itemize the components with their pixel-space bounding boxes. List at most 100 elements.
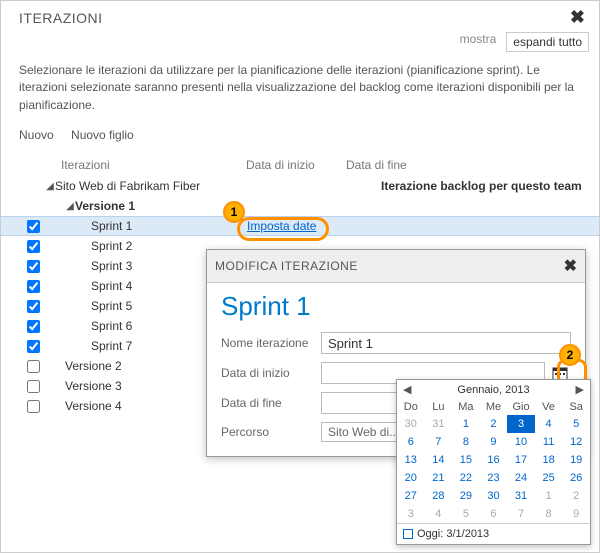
- calendar-today-label: Oggi: 3/1/2013: [417, 528, 489, 540]
- expand-all-link[interactable]: espandi tutto: [506, 32, 589, 52]
- sprint-label: Sprint 4: [91, 279, 132, 293]
- calendar-grid: DoLuMaMeGioVeSa 303112345678910111213141…: [397, 399, 590, 523]
- version-checkbox[interactable]: [27, 400, 40, 413]
- calendar-day[interactable]: 1: [535, 487, 563, 505]
- calendar-month-label[interactable]: Gennaio, 2013: [457, 384, 529, 396]
- sprint-checkbox[interactable]: [27, 220, 40, 233]
- calendar-day[interactable]: 24: [507, 469, 535, 487]
- sprint-label: Sprint 6: [91, 319, 132, 333]
- calendar-day[interactable]: 7: [425, 433, 453, 451]
- iterations-panel: ITERAZIONI ✖ mostra espandi tutto Selezi…: [0, 0, 600, 553]
- date-picker: ◀ Gennaio, 2013 ▶ DoLuMaMeGioVeSa 303112…: [396, 379, 591, 545]
- calendar-day[interactable]: 5: [562, 415, 590, 433]
- calendar-day[interactable]: 21: [425, 469, 453, 487]
- collapse-icon[interactable]: ◢: [45, 181, 55, 192]
- calendar-day[interactable]: 3: [507, 415, 535, 433]
- top-links: mostra espandi tutto: [1, 28, 599, 60]
- calendar-day[interactable]: 11: [535, 433, 563, 451]
- grid-header: Iterazioni Data di inizio Data di fine: [1, 156, 599, 176]
- path-value: Sito Web di...: [328, 425, 399, 439]
- calendar-day[interactable]: 10: [507, 433, 535, 451]
- annotation-badge-1: 1: [223, 201, 245, 223]
- sprint-checkbox[interactable]: [27, 340, 40, 353]
- new-child-command[interactable]: Nuovo figlio: [71, 128, 134, 142]
- calendar-day[interactable]: 1: [452, 415, 480, 433]
- tree-root-row[interactable]: ◢ Sito Web di Fabrikam Fiber Iterazione …: [1, 176, 599, 196]
- calendar-day[interactable]: 22: [452, 469, 480, 487]
- sprint-checkbox[interactable]: [27, 260, 40, 273]
- calendar-day[interactable]: 9: [562, 505, 590, 523]
- close-icon[interactable]: ✖: [564, 256, 577, 276]
- version-1-label: Versione 1: [75, 199, 135, 213]
- new-command[interactable]: Nuovo: [19, 128, 54, 142]
- calendar-day[interactable]: 2: [562, 487, 590, 505]
- calendar-day[interactable]: 30: [397, 415, 425, 433]
- annotation-ring-1: [237, 217, 329, 241]
- sprint-label: Sprint 2: [91, 239, 132, 253]
- calendar-day[interactable]: 8: [452, 433, 480, 451]
- calendar-dow: Lu: [425, 399, 453, 415]
- calendar-day[interactable]: 5: [452, 505, 480, 523]
- calendar-dow: Ve: [535, 399, 563, 415]
- close-icon[interactable]: ✖: [564, 7, 591, 28]
- col-start: Data di inizio: [246, 158, 346, 172]
- calendar-day[interactable]: 17: [507, 451, 535, 469]
- calendar-day[interactable]: 29: [452, 487, 480, 505]
- panel-title: ITERAZIONI: [19, 10, 103, 26]
- calendar-day[interactable]: 3: [397, 505, 425, 523]
- today-marker-icon: [403, 529, 413, 539]
- show-link[interactable]: mostra: [460, 32, 497, 52]
- calendar-day[interactable]: 9: [480, 433, 508, 451]
- calendar-day[interactable]: 2: [480, 415, 508, 433]
- calendar-day[interactable]: 14: [425, 451, 453, 469]
- calendar-day[interactable]: 28: [425, 487, 453, 505]
- version-label: Versione 4: [65, 399, 122, 413]
- sprint-label: Sprint 7: [91, 339, 132, 353]
- version-checkbox[interactable]: [27, 380, 40, 393]
- calendar-day[interactable]: 20: [397, 469, 425, 487]
- calendar-day[interactable]: 25: [535, 469, 563, 487]
- iteration-name-input[interactable]: [321, 332, 571, 354]
- calendar-day[interactable]: 4: [425, 505, 453, 523]
- calendar-today-row[interactable]: Oggi: 3/1/2013: [397, 523, 590, 544]
- sprint-checkbox[interactable]: [27, 320, 40, 333]
- collapse-icon[interactable]: ◢: [65, 201, 75, 212]
- calendar-day[interactable]: 31: [425, 415, 453, 433]
- calendar-day[interactable]: 12: [562, 433, 590, 451]
- start-date-label: Data di inizio: [221, 366, 321, 380]
- calendar-day[interactable]: 15: [452, 451, 480, 469]
- calendar-day[interactable]: 8: [535, 505, 563, 523]
- calendar-day[interactable]: 26: [562, 469, 590, 487]
- calendar-day[interactable]: 18: [535, 451, 563, 469]
- calendar-day[interactable]: 6: [480, 505, 508, 523]
- sprint-checkbox[interactable]: [27, 240, 40, 253]
- calendar-dow: Do: [397, 399, 425, 415]
- command-row: Nuovo Nuovo figlio: [1, 124, 599, 156]
- prev-month-icon[interactable]: ◀: [403, 383, 411, 396]
- sprint-checkbox[interactable]: [27, 280, 40, 293]
- version-checkbox[interactable]: [27, 360, 40, 373]
- calendar-day[interactable]: 16: [480, 451, 508, 469]
- dialog-heading: Sprint 1: [207, 283, 585, 328]
- sprint-checkbox[interactable]: [27, 300, 40, 313]
- calendar-day[interactable]: 13: [397, 451, 425, 469]
- version-1-row[interactable]: ◢ Versione 1: [1, 196, 599, 216]
- calendar-day[interactable]: 30: [480, 487, 508, 505]
- annotation-badge-2: 2: [559, 344, 581, 366]
- tree-root-label: Sito Web di Fabrikam Fiber: [55, 179, 200, 193]
- calendar-day[interactable]: 27: [397, 487, 425, 505]
- calendar-day[interactable]: 6: [397, 433, 425, 451]
- calendar-header: ◀ Gennaio, 2013 ▶: [397, 380, 590, 399]
- calendar-day[interactable]: 4: [535, 415, 563, 433]
- version-label: Versione 3: [65, 379, 122, 393]
- dialog-title: MODIFICA ITERAZIONE: [215, 259, 358, 273]
- calendar-day[interactable]: 19: [562, 451, 590, 469]
- next-month-icon[interactable]: ▶: [576, 383, 584, 396]
- dialog-header: MODIFICA ITERAZIONE ✖: [207, 250, 585, 283]
- calendar-day[interactable]: 31: [507, 487, 535, 505]
- calendar-day[interactable]: 7: [507, 505, 535, 523]
- sprint-label: Sprint 5: [91, 299, 132, 313]
- calendar-day[interactable]: 23: [480, 469, 508, 487]
- calendar-dow: Gio: [507, 399, 535, 415]
- name-row: Nome iterazione: [207, 328, 585, 358]
